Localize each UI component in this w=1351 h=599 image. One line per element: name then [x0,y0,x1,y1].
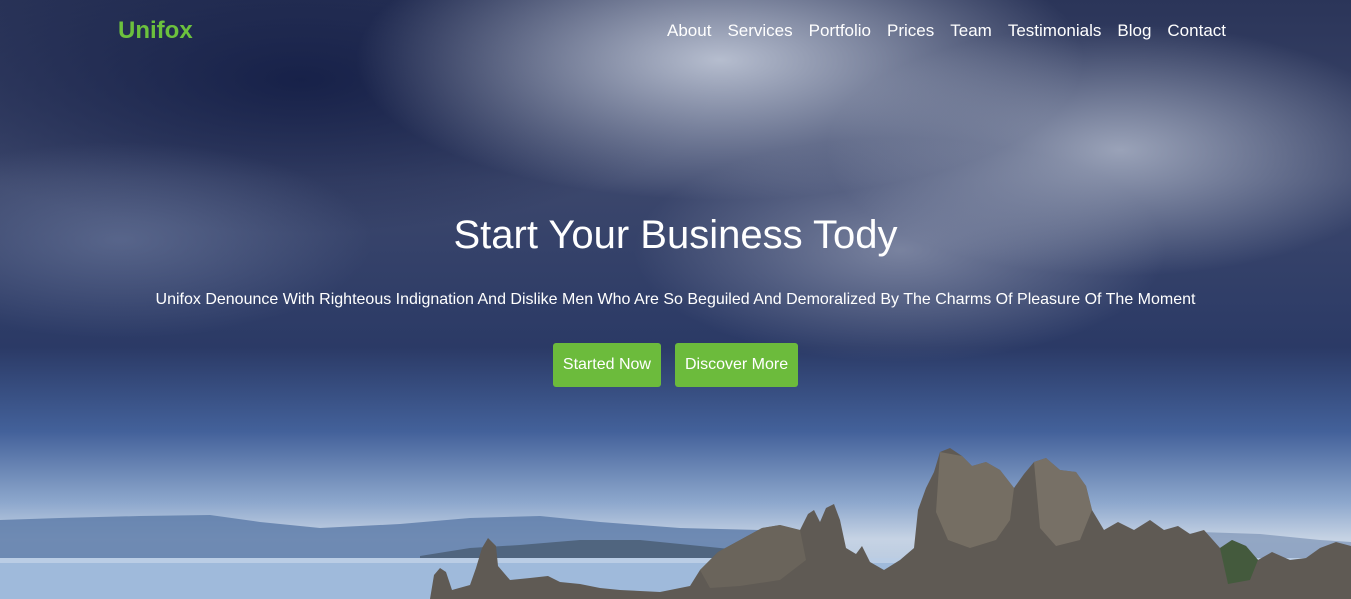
brand-logo[interactable]: Unifox [118,17,193,45]
hero-subtitle: Unifox Denounce With Righteous Indignati… [155,291,1196,308]
hero-content: Start Your Business Tody Unifox Denounce… [0,210,1351,387]
nav-item-blog: Blog [1117,21,1151,41]
nav-item-services: Services [727,21,792,41]
nav-item-team: Team [950,21,992,41]
nav-link-prices[interactable]: Prices [887,21,934,40]
nav-menu: About Services Portfolio Prices Team Tes… [667,21,1226,41]
nav-link-testimonials[interactable]: Testimonials [1008,21,1102,40]
nav-item-contact: Contact [1167,21,1226,41]
nav-item-prices: Prices [887,21,934,41]
nav-link-contact[interactable]: Contact [1167,21,1226,40]
nav-link-about[interactable]: About [667,21,711,40]
nav-item-portfolio: Portfolio [809,21,871,41]
discover-more-button[interactable]: Discover More [674,343,799,387]
nav-link-blog[interactable]: Blog [1117,21,1151,40]
nav-link-portfolio[interactable]: Portfolio [809,21,871,40]
nav-link-team[interactable]: Team [950,21,992,40]
hero-buttons: Started Now Discover More [0,343,1351,387]
nav-item-testimonials: Testimonials [1008,21,1102,41]
nav-item-about: About [667,21,711,41]
started-now-button[interactable]: Started Now [552,343,661,387]
nav-link-services[interactable]: Services [727,21,792,40]
hero-title: Start Your Business Tody [453,213,898,257]
top-navbar: Unifox About Services Portfolio Prices T… [0,0,1351,62]
hero-section: Unifox About Services Portfolio Prices T… [0,0,1351,599]
